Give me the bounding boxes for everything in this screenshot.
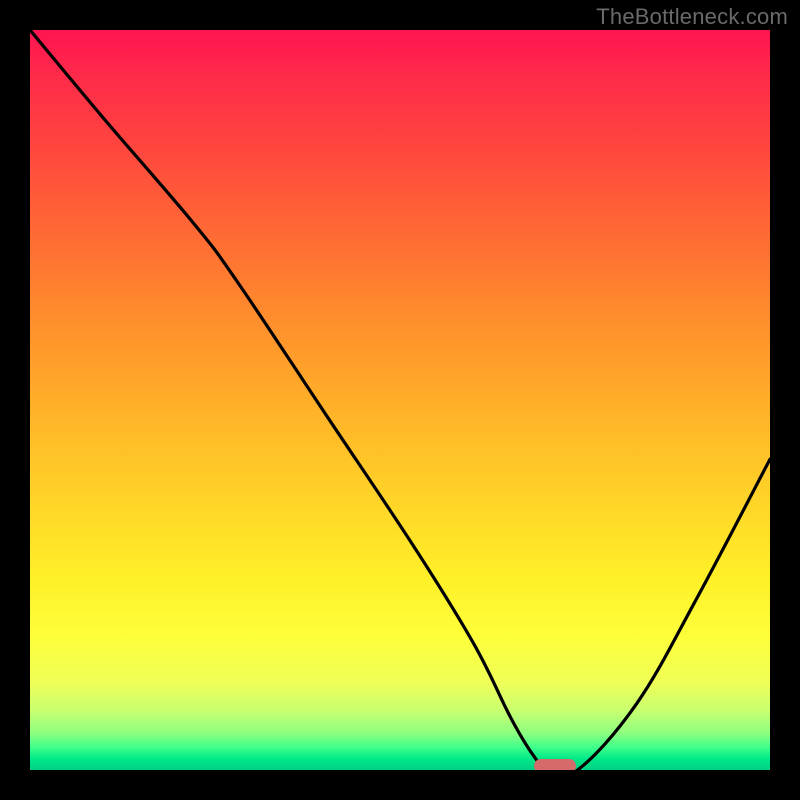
chart-marker [534, 759, 576, 770]
chart-line-path [30, 30, 770, 770]
chart-line [30, 30, 770, 770]
chart-plot-area [30, 30, 770, 770]
watermark-text: TheBottleneck.com [596, 4, 788, 30]
